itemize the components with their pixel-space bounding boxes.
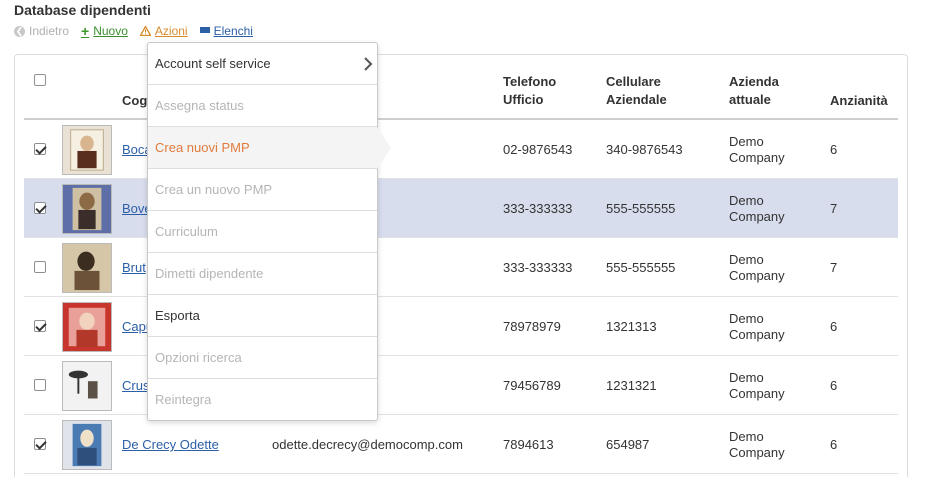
employee-phone: 02-9876543 [503,142,573,157]
employee-mobile: 1231321 [606,378,657,393]
employee-company: Demo Company [729,252,785,283]
row-checkbox[interactable] [34,320,46,332]
menu-item-label: Assegna status [155,98,244,113]
employee-seniority: 7 [830,201,838,216]
menu-item[interactable]: Reintegra [148,379,377,421]
list-icon [199,26,210,36]
toolbar: ❮ Indietro + Nuovo Azioni Elenchi [14,23,265,39]
employee-mobile: 1321313 [606,319,657,334]
actions-button[interactable]: Azioni [139,24,188,38]
menu-item[interactable]: Account self service [148,43,377,85]
employee-seniority: 6 [830,378,838,393]
employee-mobile: 555-555555 [606,260,676,275]
menu-item[interactable]: Crea nuovi PMP [148,127,391,169]
header-azienda[interactable]: Azienda attuale [729,73,809,109]
employee-company: Demo Company [729,193,785,224]
employee-phone: 79456789 [503,378,561,393]
employee-photo [62,125,112,175]
menu-item-label: Reintegra [155,392,212,407]
menu-item[interactable]: Curriculum [148,211,377,253]
header-cellulare[interactable]: Cellulare Aziendale [606,73,696,109]
chevron-right-icon [364,57,373,71]
employee-photo [62,361,112,411]
page-title: Database dipendenti [14,2,151,18]
new-button[interactable]: + Nuovo [81,22,128,39]
menu-item[interactable]: Crea un nuovo PMP [148,169,377,211]
header-anzianita[interactable]: Anzianità [830,92,888,110]
menu-item-label: Esporta [155,308,200,323]
lists-label: Elenchi [213,24,253,38]
select-all-checkbox[interactable] [34,74,46,86]
table-row[interactable]: De Crecy Odette odette.decrecy@democomp.c… [24,415,898,474]
lists-button[interactable]: Elenchi [199,24,253,38]
menu-item[interactable]: Esporta [148,295,377,337]
back-label: Indietro [29,24,70,38]
employee-phone: 333-333333 [503,201,573,216]
employee-company: Demo Company [729,429,785,460]
menu-item-label: Crea nuovi PMP [155,140,250,155]
back-button[interactable]: ❮ Indietro [14,24,69,38]
menu-item[interactable]: Assegna status [148,85,377,127]
employee-seniority: 6 [830,319,838,334]
row-checkbox[interactable] [34,143,46,155]
employee-mobile: 555-555555 [606,201,676,216]
employee-mobile: 340-9876543 [606,142,683,157]
menu-item-label: Dimetti dipendente [155,266,264,281]
row-checkbox[interactable] [34,379,46,391]
row-checkbox[interactable] [34,438,46,450]
menu-item-label: Opzioni ricerca [155,350,242,365]
warning-icon [139,26,151,36]
submenu-pointer [377,127,391,169]
menu-item[interactable]: Opzioni ricerca [148,337,377,379]
new-label: Nuovo [93,24,128,38]
employee-phone: 333-333333 [503,260,573,275]
employee-photo [62,243,112,293]
plus-icon: + [81,22,90,39]
employee-name-link[interactable]: Brut [122,260,146,275]
back-arrow-icon: ❮ [14,25,25,37]
employee-company: Demo Company [729,311,785,342]
employee-name-link[interactable]: Crus [122,378,149,393]
employee-seniority: 7 [830,260,838,275]
employee-name-link[interactable]: De Crecy Odette [122,437,219,452]
employee-seniority: 6 [830,437,838,452]
header-telefono[interactable]: Telefono Ufficio [503,73,583,109]
menu-item-label: Curriculum [155,224,218,239]
employee-photo [62,302,112,352]
menu-item-label: Crea un nuovo PMP [155,182,273,197]
actions-label: Azioni [154,24,188,38]
menu-item-label: Account self service [155,56,271,71]
employee-photo [62,184,112,234]
employee-company: Demo Company [729,134,785,165]
employee-phone: 7894613 [503,437,554,452]
employee-company: Demo Company [729,370,785,401]
employee-email: odette.decrecy@democomp.com [272,437,463,452]
row-checkbox[interactable] [34,202,46,214]
row-checkbox[interactable] [34,261,46,273]
actions-dropdown-menu: Account self service Assegna status Crea n… [147,42,391,421]
header-cognome[interactable]: Cog [122,92,147,110]
employee-photo [62,420,112,470]
employee-seniority: 6 [830,142,838,157]
employee-phone: 78978979 [503,319,561,334]
employee-mobile: 654987 [606,437,650,452]
menu-item[interactable]: Dimetti dipendente [148,253,377,295]
